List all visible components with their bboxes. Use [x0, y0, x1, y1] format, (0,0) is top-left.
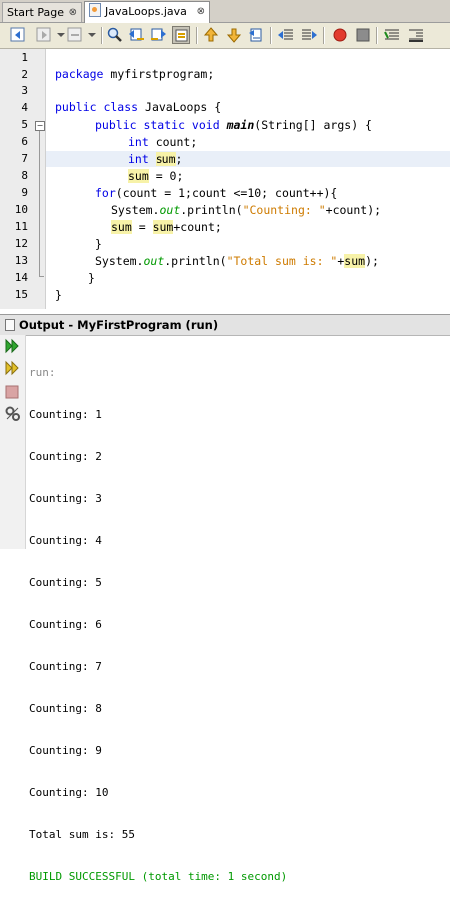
code-editor[interactable]: 1 2 3 4 5 6 7 8 9 10 11 12 13 14 15 − pa…: [0, 49, 450, 309]
stop-macro-icon[interactable]: [354, 26, 372, 44]
line-number: 12: [14, 237, 28, 250]
code-line-11: sum = sum+count;: [111, 220, 222, 234]
editor-toolbar: [0, 23, 450, 49]
settings-icon[interactable]: [4, 405, 21, 422]
output-title: Output - MyFirstProgram (run): [19, 318, 219, 332]
tab-label: JavaLoops.java: [105, 5, 187, 18]
find-next-icon[interactable]: [149, 26, 167, 44]
previous-bookmark-icon[interactable]: [202, 26, 220, 44]
history-icon[interactable]: [66, 26, 84, 44]
code-line-6: int count;: [128, 135, 198, 149]
toggle-highlight-icon[interactable]: [172, 26, 190, 44]
tab-start-page[interactable]: Start Page ⊗: [2, 2, 82, 22]
rerun-with-options-icon[interactable]: [4, 360, 21, 377]
console-line: Counting: 5: [29, 576, 102, 589]
line-number: 13: [14, 254, 28, 267]
code-line-8: sum = 0;: [128, 169, 184, 183]
shift-right-icon[interactable]: [300, 26, 318, 44]
java-file-icon: [89, 3, 101, 17]
line-number: 11: [14, 220, 28, 233]
line-number: 3: [21, 84, 28, 97]
console-line: BUILD SUCCESSFUL (total time: 1 second): [29, 870, 288, 883]
console-line: Counting: 4: [29, 534, 102, 547]
console-line: Total sum is: 55: [29, 828, 135, 841]
output-panel-header[interactable]: Output - MyFirstProgram (run): [0, 314, 450, 336]
current-line-highlight: [46, 151, 450, 167]
line-number: 14: [14, 271, 28, 284]
console-line: Counting: 8: [29, 702, 102, 715]
back-icon[interactable]: [9, 26, 27, 44]
close-icon[interactable]: ⊗: [69, 3, 77, 22]
fold-collapse-icon[interactable]: −: [35, 121, 45, 131]
tab-label: Start Page: [7, 6, 64, 19]
fold-guide: [39, 131, 40, 277]
chevron-down-icon[interactable]: [84, 26, 102, 44]
line-number: 7: [21, 152, 28, 165]
code-line-2: package myfirstprogram;: [55, 67, 215, 81]
console-line: Counting: 1: [29, 408, 102, 421]
line-number: 8: [21, 169, 28, 182]
line-number: 9: [21, 186, 28, 199]
line-number: 6: [21, 135, 28, 148]
tab-javaloops[interactable]: JavaLoops.java ⊗: [84, 1, 210, 23]
code-line-12: }: [95, 237, 102, 251]
line-number: 15: [14, 288, 28, 301]
console-line: Counting: 6: [29, 618, 102, 631]
line-number: 5: [21, 118, 28, 131]
code-line-5: public static void main(String[] args) {: [95, 118, 372, 132]
output-toolbar: [0, 335, 26, 549]
fold-guide-end: [39, 276, 44, 277]
toggle-bookmark-icon[interactable]: [247, 26, 265, 44]
output-console[interactable]: run: Counting: 1 Counting: 2 Counting: 3…: [29, 339, 287, 898]
code-line-13: System.out.println("Total sum is: "+sum)…: [95, 254, 379, 268]
output-window-icon: [5, 319, 15, 331]
record-macro-icon[interactable]: [331, 26, 349, 44]
forward-disabled-icon[interactable]: [35, 26, 53, 44]
console-line: Counting: 3: [29, 492, 102, 505]
find-previous-icon[interactable]: [128, 26, 146, 44]
code-line-4: public class JavaLoops {: [55, 100, 222, 114]
find-icon[interactable]: [106, 26, 124, 44]
code-line-14: }: [88, 271, 95, 285]
line-number: 1: [21, 51, 28, 64]
console-line: run:: [29, 366, 56, 379]
console-line: Counting: 7: [29, 660, 102, 673]
console-line: Counting: 2: [29, 450, 102, 463]
next-bookmark-icon[interactable]: [225, 26, 243, 44]
editor-tab-bar: Start Page ⊗ JavaLoops.java ⊗: [0, 0, 450, 23]
console-line: Counting: 9: [29, 744, 102, 757]
line-number: 4: [21, 101, 28, 114]
uncomment-icon[interactable]: [407, 26, 425, 44]
code-line-15: }: [55, 288, 62, 302]
comment-icon[interactable]: [383, 26, 401, 44]
stop-icon[interactable]: [4, 384, 21, 401]
code-line-7: int sum;: [128, 152, 183, 166]
line-number: 10: [14, 203, 28, 216]
console-line: Counting: 10: [29, 786, 109, 799]
close-icon[interactable]: ⊗: [197, 2, 205, 21]
code-line-10: System.out.println("Counting: "+count);: [111, 203, 382, 217]
code-line-9: for(count = 1;count <=10; count++){: [95, 186, 338, 200]
rerun-icon[interactable]: [4, 338, 21, 355]
line-number: 2: [21, 68, 28, 81]
shift-left-icon[interactable]: [277, 26, 295, 44]
